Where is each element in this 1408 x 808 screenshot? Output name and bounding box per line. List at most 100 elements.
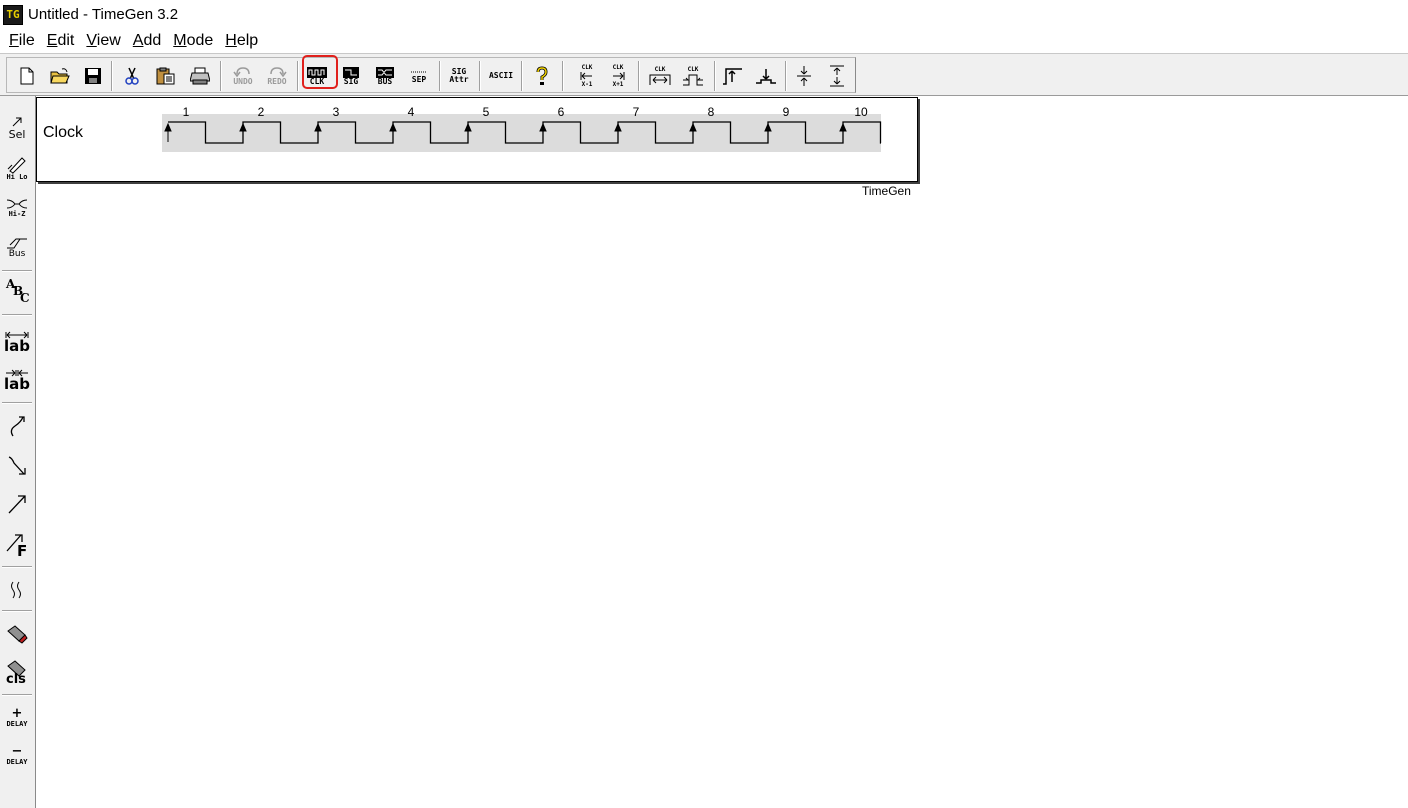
paste-button[interactable] bbox=[152, 62, 180, 90]
expand-vertical-button[interactable] bbox=[823, 62, 851, 90]
hilo-tool[interactable]: Hi Lo bbox=[2, 150, 32, 186]
title-bar: TG Untitled - TimeGen 3.2 bbox=[0, 0, 1408, 29]
clock-waveform-line bbox=[168, 121, 882, 144]
edge-down-button[interactable] bbox=[752, 62, 780, 90]
bent-arrow-tool[interactable] bbox=[2, 448, 32, 484]
printer-icon bbox=[190, 67, 210, 85]
curve-arrow-tool[interactable] bbox=[2, 408, 32, 444]
add-separator-button[interactable]: SEP bbox=[405, 62, 433, 90]
curved-arrow-icon bbox=[10, 416, 25, 437]
bus-tool[interactable]: Bus bbox=[2, 230, 32, 266]
straight-arrow-icon bbox=[8, 495, 26, 514]
ascii-button[interactable]: ASCII bbox=[485, 62, 517, 90]
expand-right-icon bbox=[613, 72, 625, 80]
clk-minus-top-label: CLK bbox=[581, 64, 593, 71]
rising-edge-arrow bbox=[839, 122, 847, 142]
f-label: F bbox=[17, 542, 28, 560]
save-button[interactable] bbox=[79, 62, 107, 90]
cut-button[interactable] bbox=[118, 62, 146, 90]
toolbar-separator bbox=[297, 61, 299, 91]
minus-icon: − bbox=[11, 744, 23, 759]
new-button[interactable] bbox=[13, 62, 41, 90]
clock-narrow-button[interactable]: CLK bbox=[679, 62, 707, 90]
toolbar-separator bbox=[785, 61, 787, 91]
clock-widen-button[interactable]: CLK bbox=[646, 62, 674, 90]
toolbar-separator bbox=[439, 61, 441, 91]
app-icon: TG bbox=[3, 4, 23, 25]
menu-edit[interactable]: Edit bbox=[47, 32, 75, 50]
label-width-tool[interactable]: lab bbox=[2, 324, 32, 360]
tristate-icon bbox=[6, 199, 28, 209]
toolbar-separator bbox=[111, 61, 113, 91]
clock-waveform[interactable] bbox=[37, 98, 917, 181]
clear-screen-tool[interactable]: cls bbox=[2, 656, 32, 692]
clock-increase-button[interactable]: CLK X+1 bbox=[604, 62, 632, 90]
delay-plus-label: DELAY bbox=[6, 720, 28, 728]
undo-label: UNDO bbox=[233, 77, 253, 86]
timing-diagram[interactable]: Clock 1 2 3 4 5 6 7 8 9 10 bbox=[36, 97, 918, 182]
toolbar-panel: UNDO REDO CLK SIG BUS SEP SIG Attr ASCII… bbox=[6, 57, 856, 93]
hilo-label: Hi Lo bbox=[6, 173, 28, 181]
menu-help[interactable]: Help bbox=[225, 32, 258, 50]
menu-add[interactable]: Add bbox=[133, 32, 161, 50]
rising-edge-arrow bbox=[464, 122, 472, 142]
sig-label: SIG bbox=[343, 76, 359, 86]
compress-vertical-button[interactable] bbox=[790, 62, 818, 90]
clk-narrow-label: CLK bbox=[687, 66, 699, 73]
abc-c: C bbox=[20, 291, 30, 305]
force-arrow-tool[interactable]: F bbox=[2, 526, 32, 562]
delay-plus-tool[interactable]: + DELAY bbox=[2, 700, 32, 736]
toolbar-separator bbox=[220, 61, 222, 91]
hiz-tool[interactable]: Hi-Z bbox=[2, 190, 32, 226]
pencil-icon bbox=[7, 157, 26, 173]
sidebar-separator bbox=[2, 610, 32, 612]
clipboard-icon bbox=[156, 67, 175, 85]
add-signal-button[interactable]: SIG bbox=[337, 62, 365, 90]
wave-break-icon bbox=[11, 581, 21, 599]
bus-line-icon bbox=[7, 238, 27, 249]
delay-minus-tool[interactable]: − DELAY bbox=[2, 738, 32, 774]
compress-vertical-icon bbox=[797, 66, 811, 86]
new-file-icon bbox=[20, 67, 34, 85]
label-gap-tool[interactable]: lab bbox=[2, 362, 32, 398]
sig-attr-bottom-label: Attr bbox=[449, 75, 469, 84]
widen-pulse-icon bbox=[649, 74, 671, 85]
cls-eraser-icon: cls bbox=[3, 658, 31, 690]
floppy-disk-icon bbox=[85, 68, 101, 84]
help-button[interactable] bbox=[528, 62, 556, 90]
break-tool[interactable] bbox=[2, 572, 32, 608]
eraser-tool[interactable] bbox=[2, 616, 32, 652]
menu-bar: File Edit View Add Mode Help bbox=[0, 29, 1408, 53]
rising-edge-arrow bbox=[539, 122, 547, 142]
clock-decrease-button[interactable]: CLK X-1 bbox=[573, 62, 601, 90]
undo-button[interactable]: UNDO bbox=[229, 62, 257, 90]
bus-waveform-icon bbox=[376, 66, 394, 78]
scissors-icon bbox=[125, 67, 139, 85]
window-title: Untitled - TimeGen 3.2 bbox=[28, 6, 179, 23]
edge-up-button[interactable] bbox=[719, 62, 747, 90]
arrow-f-icon: F bbox=[3, 529, 31, 560]
menu-mode[interactable]: Mode bbox=[173, 32, 213, 50]
shrink-left-icon bbox=[580, 72, 592, 80]
sidebar-separator bbox=[2, 270, 32, 272]
straight-arrow-tool[interactable] bbox=[2, 486, 32, 522]
menu-file[interactable]: File bbox=[9, 32, 35, 50]
add-bus-button[interactable]: BUS bbox=[371, 62, 399, 90]
hiz-label: Hi-Z bbox=[8, 210, 26, 218]
bus-tool-label: Bus bbox=[8, 249, 26, 259]
select-tool[interactable]: Sel bbox=[2, 110, 32, 146]
rising-edge-arrow bbox=[764, 122, 772, 142]
tool-sidebar: Sel Hi Lo Hi-Z Bus A B C lab lab F cls +… bbox=[0, 96, 36, 808]
sidebar-separator bbox=[2, 566, 32, 568]
signal-attributes-button[interactable]: SIG Attr bbox=[445, 62, 473, 90]
clk-widen-label: CLK bbox=[654, 66, 666, 73]
menu-view[interactable]: View bbox=[86, 32, 120, 50]
redo-button[interactable]: REDO bbox=[263, 62, 291, 90]
cls-label: cls bbox=[6, 672, 26, 687]
text-tool[interactable]: A B C bbox=[2, 274, 32, 310]
eraser-icon bbox=[7, 625, 28, 644]
sep-label: SEP bbox=[411, 75, 427, 84]
open-button[interactable] bbox=[46, 62, 74, 90]
print-button[interactable] bbox=[186, 62, 214, 90]
clk-button-highlight bbox=[302, 55, 338, 89]
